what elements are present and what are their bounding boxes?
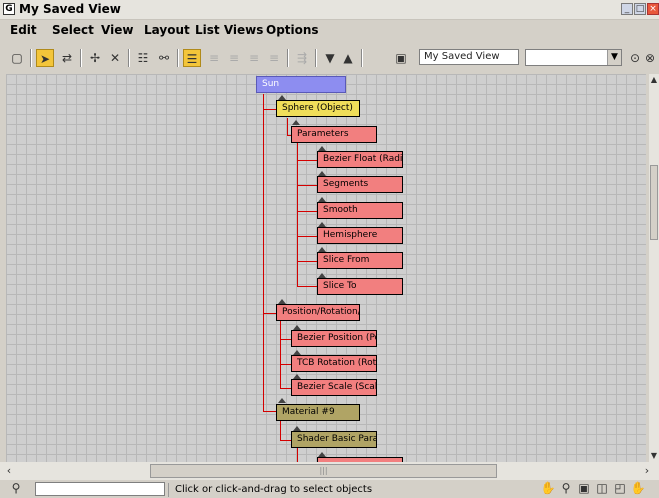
toolbar-separator (177, 49, 179, 67)
pan-icon[interactable]: ✋ (630, 480, 646, 496)
delete-icon[interactable]: ✕ (106, 49, 124, 67)
zoom-region-icon[interactable]: ▣ (576, 480, 592, 496)
list-view-icon[interactable]: ☰ (183, 49, 201, 67)
expand-triangle-icon[interactable] (292, 120, 300, 125)
connect-icon[interactable]: ⇄ (58, 49, 76, 67)
menu-select[interactable]: Select (52, 23, 94, 37)
zoom-selected-icon[interactable]: ⊙ (626, 49, 644, 67)
filter-icon[interactable]: ▼ (321, 49, 339, 67)
scroll-up-icon[interactable]: ▲ (649, 74, 659, 86)
add-link-icon[interactable]: ✢ (86, 49, 104, 67)
wire (297, 211, 318, 212)
display-floater-icon[interactable]: ▢ (8, 49, 26, 67)
node-slice-from[interactable]: Slice From (317, 252, 403, 269)
wire (280, 421, 281, 441)
search-icon[interactable]: ⚲ (8, 480, 24, 496)
node-slice-to[interactable]: Slice To (317, 278, 403, 295)
node-hemisphere[interactable]: Hemisphere (317, 227, 403, 244)
wire (297, 447, 298, 462)
schematic-canvas[interactable]: Sun Sphere (Object) Parameters Bezier Fl… (6, 74, 646, 462)
toolbar: ▢ ➤ ⇄ ✢ ✕ ☷ ⚯ ☰ ≡ ≡ ≡ ≡ ⇶ ▼ ▲ ▣ My Saved… (0, 40, 659, 74)
window-title: My Saved View (19, 2, 121, 16)
title-bar: G My Saved View _ □ × (0, 0, 659, 20)
select-arrow-icon[interactable]: ➤ (36, 49, 54, 67)
node-sun[interactable]: Sun (256, 76, 346, 93)
node-sphere-object[interactable]: Sphere (Object) (276, 100, 360, 117)
node-bezier-float-radius[interactable]: Bezier Float (Radius) (317, 151, 403, 168)
node-position-rotation[interactable]: Position/Rotation/... (276, 304, 360, 321)
horizontal-scroll-thumb[interactable]: ||| (150, 464, 497, 478)
wire (263, 94, 264, 412)
node-bezier-scale[interactable]: Bezier Scale (Scale) (291, 379, 377, 396)
wire (263, 313, 277, 314)
zoom-extents-selected-icon[interactable]: ◰ (612, 480, 628, 496)
toolbar-separator (361, 49, 363, 67)
scroll-right-icon[interactable]: › (640, 464, 654, 478)
wire (263, 109, 277, 110)
view-name-field[interactable]: My Saved View (419, 49, 519, 65)
wire (297, 185, 318, 186)
menu-layout[interactable]: Layout (144, 23, 190, 37)
menu-edit[interactable]: Edit (10, 23, 37, 37)
node-material[interactable]: Material #9 (276, 404, 360, 421)
toolbar-separator (80, 49, 82, 67)
wire (287, 118, 288, 136)
toolbar-separator (287, 49, 289, 67)
scroll-down-icon[interactable]: ▼ (649, 450, 659, 462)
align-top-icon[interactable]: ≡ (265, 49, 283, 67)
wire (297, 142, 298, 287)
menu-bar: Edit Select View Layout List Views Optio… (0, 21, 659, 39)
bookmark-combo[interactable]: ▼ (525, 49, 622, 66)
toolbar-separator (128, 49, 130, 67)
wire (297, 286, 318, 287)
node-tcb-rotation[interactable]: TCB Rotation (Rot... (291, 355, 377, 372)
chevron-down-icon[interactable]: ▼ (607, 50, 621, 65)
wire (297, 261, 318, 262)
wire (297, 236, 318, 237)
wire (263, 411, 277, 412)
toolbar-separator (30, 49, 32, 67)
expand-triangle-icon[interactable] (278, 398, 286, 403)
menu-options[interactable]: Options (266, 23, 319, 37)
vertical-scrollbar[interactable] (649, 74, 659, 462)
vertical-scroll-thumb[interactable] (650, 165, 658, 240)
schematic-mode-icon[interactable]: ⚯ (155, 49, 173, 67)
menu-list-views[interactable]: List Views (195, 23, 263, 37)
close-button[interactable]: × (647, 3, 659, 15)
status-search-field[interactable] (35, 482, 165, 496)
node-smooth[interactable]: Smooth (317, 202, 403, 219)
maximize-button[interactable]: □ (634, 3, 646, 15)
wire (297, 160, 318, 161)
collapse-icon[interactable]: ▲ (339, 49, 357, 67)
menu-view[interactable]: View (101, 23, 133, 37)
wire (280, 319, 281, 389)
align-center-icon[interactable]: ≡ (225, 49, 243, 67)
node-segments[interactable]: Segments (317, 176, 403, 193)
zoom-extents-icon[interactable]: ◫ (594, 480, 610, 496)
app-icon[interactable]: G (3, 3, 15, 15)
status-message: Click or click-and-drag to select object… (168, 483, 535, 497)
node-parameters[interactable]: Parameters (291, 126, 377, 143)
minimize-button[interactable]: _ (621, 3, 633, 15)
scroll-left-icon[interactable]: ‹ (2, 464, 16, 478)
zoom-icon[interactable]: ⚲ (558, 480, 574, 496)
pan-hand-icon[interactable]: ✋ (540, 480, 556, 496)
align-left-icon[interactable]: ≡ (205, 49, 223, 67)
toolbar-separator (315, 49, 317, 67)
cancel-icon[interactable]: ⊗ (643, 49, 657, 67)
node-bezier-position[interactable]: Bezier Position (Po... (291, 330, 377, 347)
bookmark-icon[interactable]: ▣ (392, 49, 410, 67)
node-shader-basic-params[interactable]: Shader Basic Para... (291, 431, 377, 448)
hierarchy-mode-icon[interactable]: ☷ (134, 49, 152, 67)
align-right-icon[interactable]: ≡ (245, 49, 263, 67)
arrange-icon[interactable]: ⇶ (293, 49, 311, 67)
